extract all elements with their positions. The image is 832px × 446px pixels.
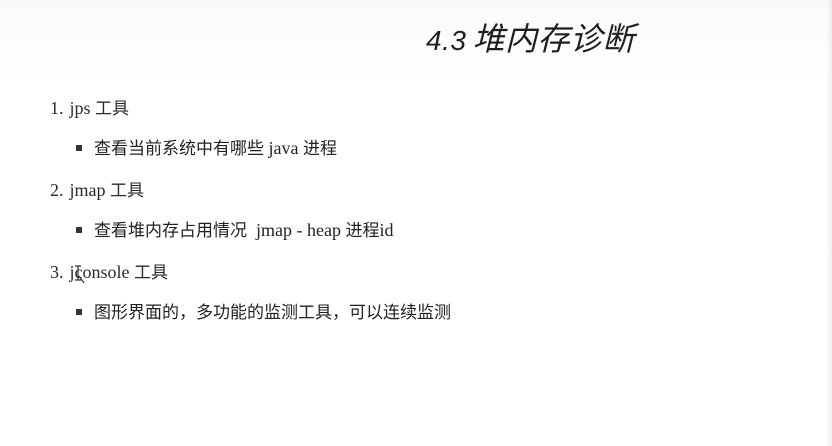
square-bullet-icon [76, 145, 82, 151]
sub-text-cn: 查看堆内存占用情况 [94, 221, 247, 241]
sub-text-tail: id [379, 220, 394, 240]
item-label-cn: 工具 [110, 181, 144, 201]
list-item-jps: 1. jps 工具 [50, 94, 750, 122]
sub-text-latin: java [268, 138, 299, 158]
sub-item-jps: 查看当前系统中有哪些 java 进程 [76, 134, 750, 162]
sub-text-cn2: 进程 [345, 221, 380, 241]
sub-text-cn2: 进程 [302, 139, 337, 159]
item-number: 1. [50, 98, 64, 118]
sub-item-jconsole: 图形界面的，多功能的监测工具，可以连续监测 [76, 298, 750, 326]
outline-list: 1. jps 工具 查看当前系统中有哪些 java 进程 2. jmap 工具 查看… [50, 94, 750, 340]
presentation-slide: 4.3 堆内存诊断 1. jps 工具 查看当前系统中有哪些 java 进程 2. j… [0, 0, 832, 446]
item-number: 3. [50, 262, 64, 282]
text-cursor-icon [75, 265, 85, 284]
item-label-cn: 工具 [95, 99, 130, 119]
square-bullet-icon [76, 227, 82, 233]
sub-text-cn: 查看当前系统中有哪些 [94, 139, 264, 159]
title-text: 堆内存诊断 [472, 20, 635, 58]
item-label-latin: jps [69, 98, 91, 118]
sub-item-jmap: 查看堆内存占用情况 jmap - heap 进程id [76, 216, 750, 244]
title-number: 4.3 [426, 25, 467, 56]
window-edge-shadow [826, 0, 832, 446]
item-label-cn: 工具 [134, 263, 168, 283]
sub-text-latin: jmap - heap [256, 220, 341, 240]
sub-text-cn: 图形界面的，多功能的监测工具，可以连续监测 [94, 303, 451, 323]
item-label-latin: jmap [69, 180, 106, 200]
list-item-jmap: 2. jmap 工具 [50, 176, 750, 204]
slide-title: 4.3 堆内存诊断 [426, 14, 635, 60]
square-bullet-icon [76, 309, 82, 315]
item-number: 2. [50, 180, 64, 200]
list-item-jconsole: 3. jconsole 工具 [50, 258, 750, 286]
